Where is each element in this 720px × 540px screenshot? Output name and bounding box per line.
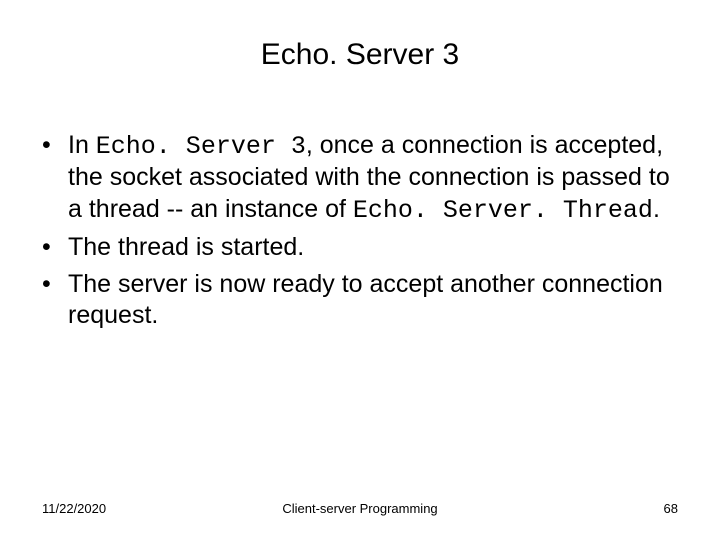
slide: Echo. Server 3 In Echo. Server 3, once a… <box>0 0 720 540</box>
code-span: Echo. Server. Thread <box>353 196 653 225</box>
slide-body: In Echo. Server 3, once a connection is … <box>42 130 678 338</box>
bullet-text-pre: In <box>68 131 96 159</box>
bullet-item: In Echo. Server 3, once a connection is … <box>42 130 678 226</box>
bullet-item: The thread is started. <box>42 232 678 263</box>
slide-title: Echo. Server 3 <box>0 38 720 72</box>
bullet-text-post: . <box>653 195 660 223</box>
bullet-list: In Echo. Server 3, once a connection is … <box>42 130 678 332</box>
footer-title: Client-server Programming <box>282 501 437 516</box>
bullet-text: The server is now ready to accept anothe… <box>68 270 663 329</box>
bullet-item: The server is now ready to accept anothe… <box>42 269 678 332</box>
code-span: Echo. Server 3 <box>96 132 306 161</box>
slide-footer: 11/22/2020 Client-server Programming 68 <box>42 501 678 516</box>
bullet-text: The thread is started. <box>68 233 304 261</box>
footer-date: 11/22/2020 <box>42 501 106 516</box>
footer-page-number: 68 <box>664 501 678 516</box>
